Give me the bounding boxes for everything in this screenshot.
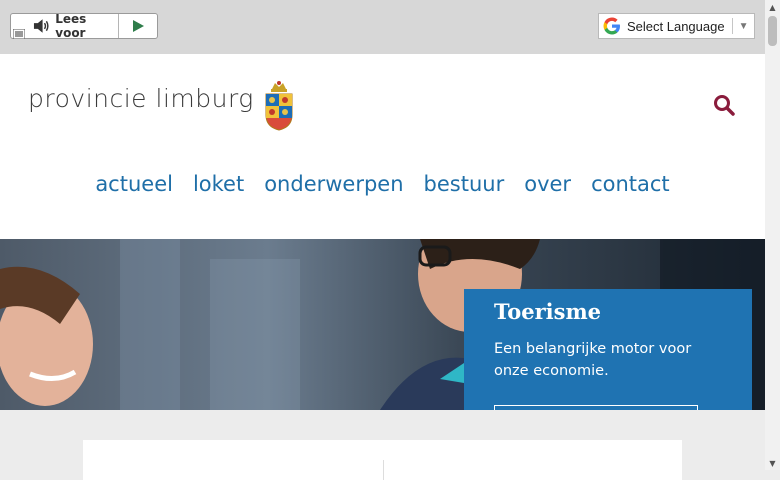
readspeaker-widget: Lees voor	[10, 12, 158, 40]
chevron-down-icon: ▼	[738, 20, 749, 32]
scroll-down-arrow[interactable]: ▼	[765, 456, 780, 470]
site-logo-text[interactable]: provincie limburg	[28, 84, 254, 113]
hero-banner: Toerisme Een belangrijke motor voor onze…	[0, 239, 765, 410]
page-scrollbar[interactable]: ▲ ▼	[765, 0, 780, 470]
search-icon[interactable]	[713, 94, 735, 116]
coat-of-arms-logo[interactable]	[264, 79, 294, 131]
nav-item-onderwerpen[interactable]: onderwerpen	[264, 172, 403, 196]
nav-item-bestuur[interactable]: bestuur	[424, 172, 505, 196]
read-aloud-label: Lees voor	[55, 12, 87, 40]
read-aloud-button[interactable]: Lees voor	[11, 12, 118, 40]
scroll-thumb[interactable]	[768, 16, 777, 46]
language-select[interactable]: Select Language ▼	[598, 13, 755, 39]
google-icon	[603, 17, 620, 35]
top-toolbar: Lees voor Select Language ▼	[0, 0, 765, 54]
speaker-icon	[33, 19, 49, 33]
language-divider	[731, 18, 733, 34]
nav-item-actueel[interactable]: actueel	[95, 172, 173, 196]
content-divider	[383, 460, 384, 480]
hero-text: Een belangrijke motor voor onze economie…	[494, 341, 692, 379]
content-card	[83, 440, 682, 480]
hero-card: Toerisme Een belangrijke motor voor onze…	[464, 289, 752, 410]
main-navigation: actueel loket onderwerpen bestuur over c…	[0, 172, 765, 196]
site-header: provincie limburg actueel loket onderwer…	[0, 54, 765, 239]
nav-item-contact[interactable]: contact	[591, 172, 670, 196]
hero-button[interactable]	[494, 405, 698, 410]
scroll-up-arrow[interactable]: ▲	[765, 0, 780, 14]
nav-item-loket[interactable]: loket	[193, 172, 244, 196]
menu-icon[interactable]	[13, 29, 25, 39]
nav-item-over[interactable]: over	[524, 172, 571, 196]
language-label: Select Language	[627, 18, 725, 34]
play-button[interactable]	[118, 14, 157, 38]
play-icon	[132, 20, 144, 32]
hero-title: Toerisme	[494, 299, 602, 324]
